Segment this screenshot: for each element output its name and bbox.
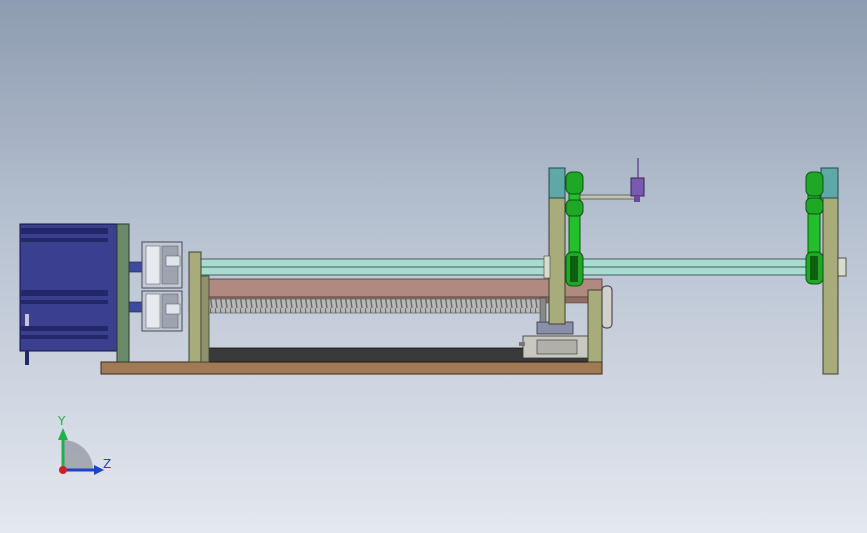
base-plate (100, 361, 603, 375)
bearing-plate-left (188, 251, 202, 363)
carriage-block[interactable] (519, 321, 597, 359)
lead-screw (207, 298, 544, 314)
screw-end-cap (601, 285, 613, 329)
mechanism-side-view[interactable]: Y Z (0, 0, 867, 533)
coupling-lower[interactable] (141, 290, 183, 332)
shaft-bearing-middle (543, 255, 551, 279)
motor-mount-plate (116, 223, 130, 363)
y-axis-label: Y (57, 414, 66, 428)
bearing-plate-left-2 (200, 275, 210, 363)
sensor-arm[interactable] (579, 158, 645, 202)
z-axis-label: Z (103, 457, 111, 471)
coupling-upper[interactable] (141, 241, 183, 289)
cad-viewport[interactable]: Y Z (0, 0, 867, 533)
stepper-motor[interactable] (19, 223, 118, 365)
coordinate-triad-icon (58, 428, 104, 475)
right-belt-drive[interactable] (805, 171, 824, 285)
screw-end-nut (539, 297, 547, 323)
screw-housing-top (199, 278, 603, 298)
middle-frame-tower (548, 167, 566, 325)
screw-end-support (587, 289, 603, 363)
shaft-end-collar (837, 257, 847, 277)
middle-belt-drive[interactable] (565, 171, 584, 287)
right-frame-tower (820, 167, 839, 375)
